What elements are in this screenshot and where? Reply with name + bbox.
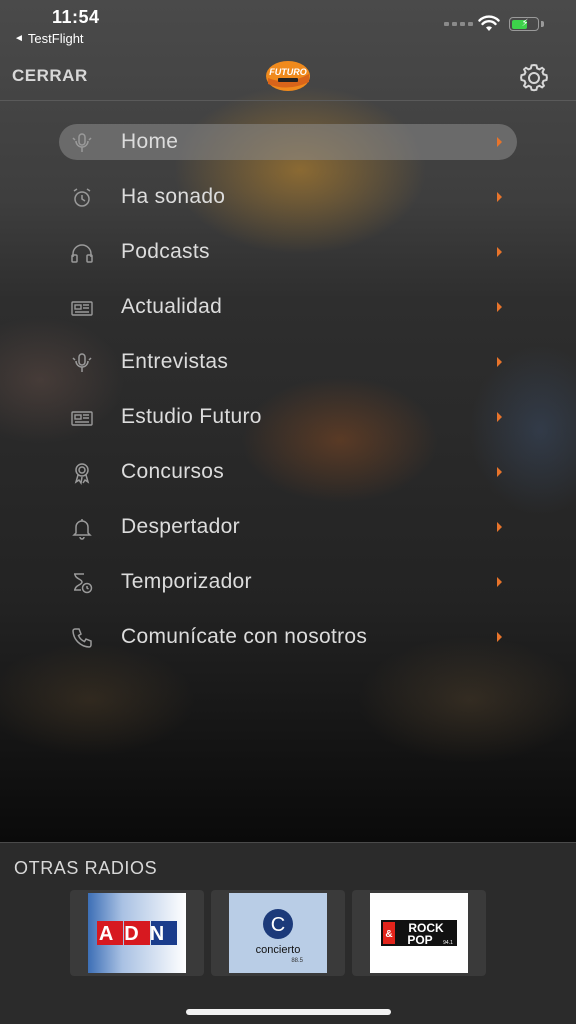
menu-item-despertador[interactable]: Despertador [0, 500, 576, 555]
newspaper-icon [71, 301, 93, 316]
menu-header: CERRAR FUTURO [0, 52, 576, 101]
newspaper-icon [71, 411, 93, 426]
svg-text:C: C [271, 914, 285, 936]
menu-item-label: Concursos [121, 460, 225, 483]
menu-item-label: Comunícate con nosotros [121, 625, 368, 648]
chevron-right-icon [497, 522, 502, 532]
chevron-right-icon [497, 137, 502, 147]
menu-item-label: Home [121, 130, 179, 153]
logo-text: FUTURO [269, 67, 307, 77]
battery-cap [541, 21, 544, 27]
menu-item-label: Entrevistas [121, 350, 229, 373]
cellular-signal-icon [444, 22, 473, 26]
menu-item-actualidad[interactable]: Actualidad [0, 280, 576, 335]
headphones-icon [71, 244, 93, 263]
back-app-label: TestFlight [27, 31, 84, 46]
adn-logo: ADN [88, 893, 186, 973]
wifi-icon [478, 15, 500, 31]
concierto-frequency: 88.5 [291, 958, 303, 964]
menu-item-podcasts[interactable]: Podcasts [0, 225, 576, 280]
rock-and-pop-frequency: 94.1 [443, 940, 453, 946]
menu-item-entrevistas[interactable]: Entrevistas [0, 335, 576, 390]
radio-card-rock-and-pop[interactable]: ROCK & POP 94.1 [352, 890, 486, 976]
microphone-icon [72, 353, 92, 372]
menu-item-home[interactable]: Home [0, 115, 576, 170]
settings-gear-icon[interactable] [516, 60, 552, 96]
menu-item-estudio-futuro[interactable]: Estudio Futuro [0, 390, 576, 445]
radio-list: ADN C concierto 88.5 ROCK & POP 94.1 [70, 890, 486, 976]
chevron-right-icon [497, 632, 502, 642]
status-time: 11:54 [52, 7, 100, 27]
main-menu: Home Ha sonado Podcasts Actualidad Entre… [0, 115, 576, 665]
chevron-right-icon [497, 247, 502, 257]
section-title: OTRAS RADIOS [14, 858, 158, 878]
menu-item-label: Temporizador [121, 570, 252, 593]
menu-item-label: Podcasts [121, 240, 210, 263]
adn-logo-text: ADN [99, 923, 175, 945]
bell-icon [72, 519, 92, 540]
battery-icon: ⚡ [509, 17, 539, 31]
menu-item-temporizador[interactable]: Temporizador [0, 555, 576, 610]
concierto-logo-text: concierto [256, 944, 301, 956]
menu-item-label: Despertador [121, 515, 240, 538]
alarm-clock-icon [73, 188, 91, 207]
close-button[interactable]: CERRAR [12, 66, 88, 86]
chevron-right-icon [497, 302, 502, 312]
menu-item-concursos[interactable]: Concursos [0, 445, 576, 500]
chevron-right-icon [497, 467, 502, 477]
menu-item-label: Actualidad [121, 295, 223, 318]
hourglass-timer-icon [74, 573, 93, 594]
other-radios-section: OTRAS RADIOS ADN C concierto 88.5 ROCK &… [0, 842, 576, 1024]
back-triangle-icon: ◄ [14, 33, 24, 44]
radio-card-concierto[interactable]: C concierto 88.5 [211, 890, 345, 976]
futuro-logo: FUTURO [266, 61, 310, 91]
menu-item-contacto[interactable]: Comunícate con nosotros [0, 610, 576, 665]
ampersand-logo-text: & [385, 929, 392, 940]
radio-card-adn[interactable]: ADN [70, 890, 204, 976]
chevron-right-icon [497, 412, 502, 422]
rock-and-pop-logo: ROCK & POP 94.1 [370, 893, 468, 973]
chevron-right-icon [497, 577, 502, 587]
menu-item-label: Estudio Futuro [121, 405, 262, 428]
back-to-app-link[interactable]: ◄ TestFlight [14, 31, 84, 46]
microphone-icon [72, 133, 92, 152]
menu-item-ha-sonado[interactable]: Ha sonado [0, 170, 576, 225]
phone-icon [72, 628, 92, 648]
chevron-right-icon [497, 192, 502, 202]
pop-logo-text: POP [407, 933, 432, 947]
home-indicator[interactable] [186, 1009, 391, 1015]
chevron-right-icon [497, 357, 502, 367]
menu-item-label: Ha sonado [121, 185, 226, 208]
concierto-logo: C concierto 88.5 [229, 893, 327, 973]
status-bar: 11:54 ◄ TestFlight ⚡ [0, 0, 576, 52]
award-icon [74, 463, 90, 485]
